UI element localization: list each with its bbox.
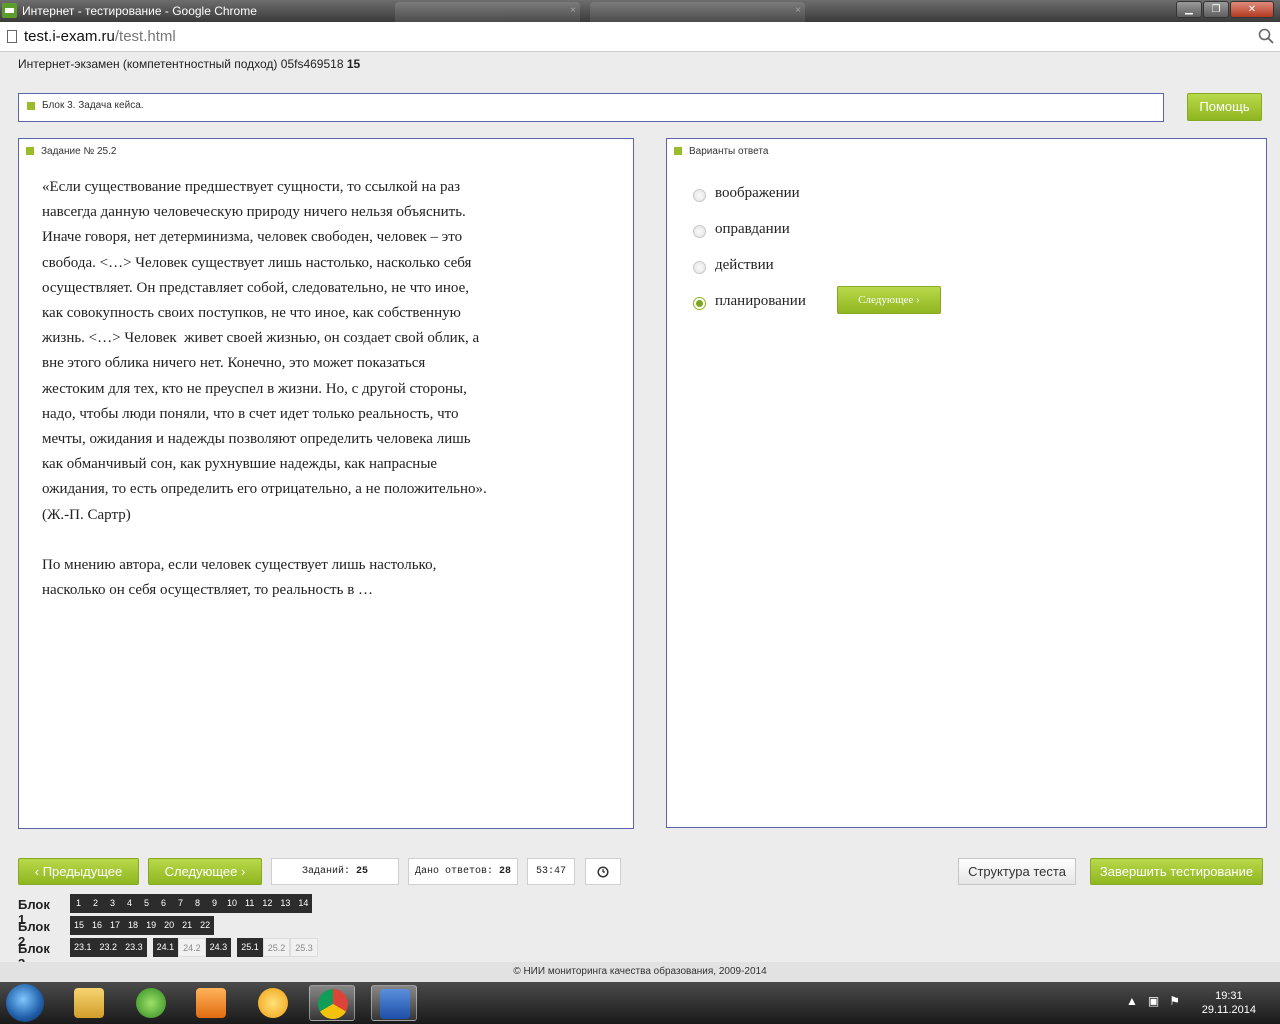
clock-icon <box>597 866 609 878</box>
question-number-cell[interactable]: 14 <box>294 894 313 913</box>
start-button-icon[interactable] <box>6 984 44 1022</box>
question-number-cell[interactable]: 6 <box>155 894 172 913</box>
task-text: «Если существование предшествует сущност… <box>42 175 542 603</box>
answers-panel: Варианты ответа воображении оправдании д… <box>666 138 1267 828</box>
next-button[interactable]: Следующее › <box>148 858 262 885</box>
chrome-icon[interactable] <box>309 985 355 1021</box>
question-text: насколько он себя осуществляет, то реаль… <box>42 582 374 599</box>
question-number-cell[interactable]: 24.2 <box>178 938 206 957</box>
answered-count-box: Дано ответов: 28 <box>408 858 518 885</box>
answers-header: Варианты ответа <box>674 146 768 157</box>
question-number-cell[interactable]: 20 <box>160 916 179 935</box>
question-number-cell[interactable]: 1 <box>70 894 87 913</box>
question-number-cell[interactable]: 15 <box>70 916 89 935</box>
browser-tab[interactable]: × <box>395 2 580 22</box>
question-number-cell[interactable]: 25.1 <box>237 938 263 957</box>
exam-number: 15 <box>346 57 361 71</box>
help-button[interactable]: Помощь <box>1187 93 1262 121</box>
test-structure-button[interactable]: Структура теста <box>958 858 1076 885</box>
utorrent-icon[interactable] <box>128 985 174 1021</box>
question-number-cell[interactable]: 24.1 <box>152 938 179 957</box>
question-number-cell[interactable]: 22 <box>196 916 215 935</box>
question-number-cell[interactable]: 10 <box>223 894 242 913</box>
site-favicon-icon <box>2 3 17 18</box>
question-number-cell[interactable]: 8 <box>189 894 206 913</box>
question-number-cell[interactable]: 24.3 <box>205 938 232 957</box>
question-number-cell[interactable]: 12 <box>258 894 277 913</box>
task-panel: Задание № 25.2 «Если существование предш… <box>18 138 634 829</box>
next-question-button[interactable]: Следующее › <box>837 286 941 314</box>
question-number-cell[interactable]: 3 <box>104 894 121 913</box>
question-number-cell[interactable]: 16 <box>88 916 107 935</box>
bullet-square-icon <box>26 147 34 156</box>
radio-button[interactable] <box>693 225 706 238</box>
question-number-cell[interactable]: 18 <box>124 916 143 935</box>
window-titlebar: Интернет - тестирование - Google Chrome … <box>0 0 1280 22</box>
mail-agent-icon[interactable] <box>250 985 296 1021</box>
question-number-cell[interactable]: 7 <box>172 894 189 913</box>
system-tray: ▲ ▣ ⚑ <box>1126 994 1180 1008</box>
question-number-cell[interactable]: 23.3 <box>121 938 147 957</box>
tab-close-icon[interactable]: × <box>570 5 576 16</box>
tab-close-icon[interactable]: × <box>795 5 801 16</box>
network-icon[interactable]: ▣ <box>1148 994 1159 1008</box>
page-icon <box>7 30 17 43</box>
windows-taskbar: ▲ ▣ ⚑ 19:31 29.11.2014 <box>0 982 1280 1024</box>
window-controls: ▁ ❐ ✕ <box>1176 1 1274 18</box>
question-number-cell[interactable]: 9 <box>206 894 223 913</box>
block-bar: Блок 3. Задача кейса. <box>18 93 1164 122</box>
radio-button[interactable] <box>693 261 706 274</box>
zoom-icon[interactable] <box>1258 28 1274 44</box>
tasks-count-box: Заданий: 25 <box>271 858 399 885</box>
minimize-icon[interactable]: ▁ <box>1176 1 1202 18</box>
exam-title: Интернет-экзамен (компетентностный подхо… <box>18 57 361 71</box>
action-center-flag-icon[interactable]: ⚑ <box>1169 994 1180 1008</box>
radio-button[interactable] <box>693 189 706 202</box>
media-player-icon[interactable] <box>188 985 234 1021</box>
radio-button-selected[interactable] <box>693 297 706 310</box>
maximize-icon[interactable]: ❐ <box>1203 1 1229 18</box>
bullet-square-icon <box>674 147 682 156</box>
task-header: Задание № 25.2 <box>26 146 116 157</box>
question-number-cell[interactable]: 11 <box>241 894 259 913</box>
finish-test-button[interactable]: Завершить тестирование <box>1090 858 1263 885</box>
chevron-right-icon: › <box>916 294 920 306</box>
question-number-cell[interactable]: 17 <box>106 916 125 935</box>
address-bar[interactable]: test.i-exam.ru/test.html <box>0 22 1280 52</box>
bullet-square-icon <box>27 102 35 110</box>
clock-time: 19:31 <box>1215 990 1243 1002</box>
block-label: Блок 3. Задача кейса. <box>42 100 144 111</box>
explorer-icon[interactable] <box>66 985 112 1021</box>
question-number-cell[interactable]: 23.1 <box>70 938 96 957</box>
browser-tab[interactable]: × <box>590 2 805 22</box>
show-hidden-icons-icon[interactable]: ▲ <box>1126 994 1138 1008</box>
close-window-icon[interactable]: ✕ <box>1230 1 1274 18</box>
question-number-cell[interactable]: 5 <box>138 894 155 913</box>
previous-button[interactable]: ‹ Предыдущее <box>18 858 139 885</box>
question-number-cell[interactable]: 23.2 <box>95 938 122 957</box>
question-number-cell[interactable]: 25.2 <box>262 938 291 957</box>
timer: 53:47 <box>527 858 575 885</box>
question-text: По мнению автора, если человек существуе… <box>42 556 437 573</box>
word-icon[interactable] <box>371 985 417 1021</box>
clock[interactable]: 19:31 29.11.2014 <box>1202 989 1256 1017</box>
question-number-cell[interactable]: 4 <box>121 894 138 913</box>
url-text[interactable]: test.i-exam.ru/test.html <box>24 28 176 45</box>
window-title: Интернет - тестирование - Google Chrome <box>22 4 257 18</box>
chevron-left-icon: ‹ <box>34 864 40 879</box>
question-number-cell[interactable]: 25.3 <box>290 938 318 957</box>
question-number-cell[interactable]: 21 <box>178 916 197 935</box>
question-number-cell[interactable]: 19 <box>142 916 161 935</box>
question-number-cell[interactable]: 13 <box>276 894 295 913</box>
footer-copyright: © НИИ мониторинга качества образования, … <box>0 962 1280 982</box>
clock-date: 29.11.2014 <box>1201 1004 1256 1016</box>
question-number-cell[interactable]: 2 <box>87 894 104 913</box>
clock-button[interactable] <box>585 858 621 885</box>
chevron-right-icon: › <box>241 864 246 879</box>
